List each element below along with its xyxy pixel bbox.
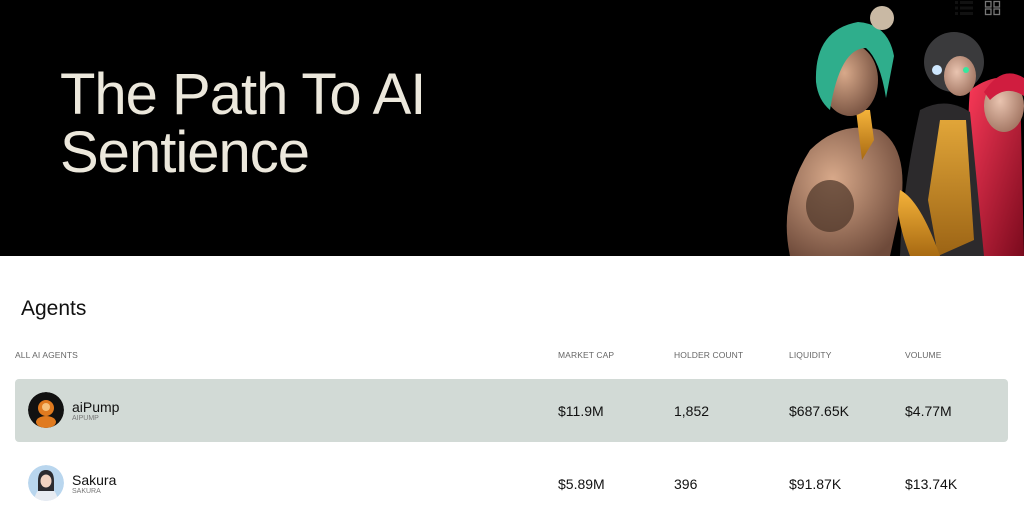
liquidity-value: $91.87K bbox=[789, 476, 842, 492]
agent-avatar bbox=[28, 465, 64, 501]
column-header-liquidity[interactable]: LIQUIDITY bbox=[789, 350, 831, 360]
agent-ticker: AIPUMP bbox=[72, 415, 99, 422]
agent-name: Sakura bbox=[72, 472, 117, 488]
column-header-volume[interactable]: VOLUME bbox=[905, 350, 942, 360]
hero-banner: The Path To AI Sentience bbox=[0, 0, 1024, 256]
liquidity-value: $687.65K bbox=[789, 403, 849, 419]
table-row[interactable]: Sakura SAKURA $5.89M 396 $91.87K $13.74K bbox=[15, 452, 1008, 515]
column-header-market-cap[interactable]: MARKET CAP bbox=[558, 350, 614, 360]
hero-characters-illustration bbox=[786, 6, 1024, 256]
market-cap-value: $5.89M bbox=[558, 476, 605, 492]
market-cap-value: $11.9M bbox=[558, 403, 604, 419]
column-header-agents[interactable]: ALL AI AGENTS bbox=[15, 350, 78, 360]
table-row[interactable]: aiPump AIPUMP $11.9M 1,852 $687.65K $4.7… bbox=[15, 379, 1008, 442]
agent-ticker: SAKURA bbox=[72, 488, 101, 495]
volume-value: $13.74K bbox=[905, 476, 958, 492]
agent-name: aiPump bbox=[72, 399, 120, 415]
hero-title: The Path To AI Sentience bbox=[60, 62, 426, 185]
column-header-holder-count[interactable]: HOLDER COUNT bbox=[674, 350, 743, 360]
agent-avatar bbox=[28, 392, 64, 428]
volume-value: $4.77M bbox=[905, 403, 952, 419]
holder-count-value: 1,852 bbox=[674, 403, 710, 419]
holder-count-value: 396 bbox=[674, 476, 698, 492]
agents-section-title: Agents bbox=[21, 297, 87, 320]
grid-view-icon[interactable] bbox=[984, 0, 1002, 16]
list-view-icon[interactable] bbox=[955, 0, 973, 16]
